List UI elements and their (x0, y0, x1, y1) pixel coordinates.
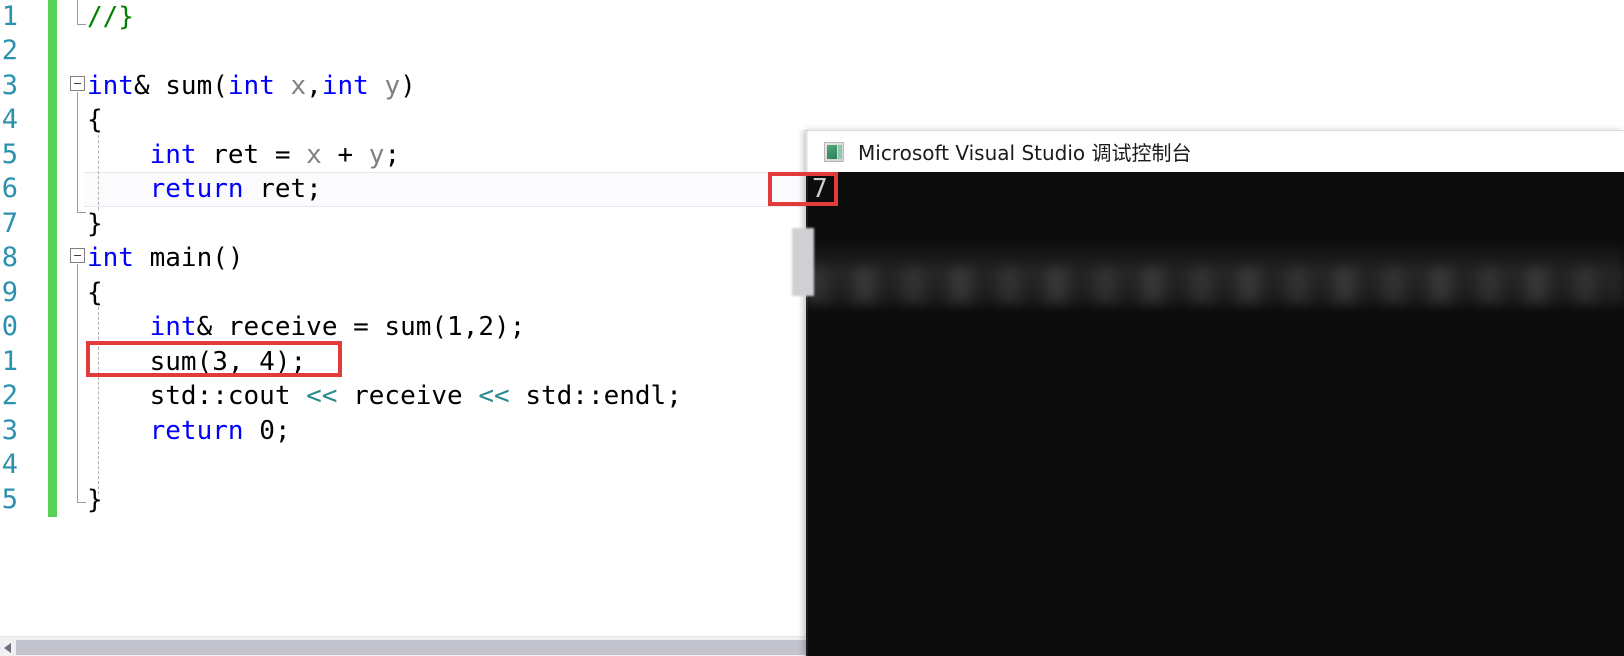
structure-guide-foot (77, 24, 86, 25)
horizontal-scrollbar-thumb[interactable] (16, 640, 806, 655)
code-token-plain: main() (133, 243, 244, 273)
code-line-10[interactable]: int& receive = sum(1,2); (87, 310, 526, 345)
code-editor-pane[interactable]: 1 2 3 4 5 6 7 8 9 0 1 2 3 4 5 //} int& s… (0, 0, 806, 656)
code-token-keyword: int (149, 312, 197, 342)
code-token-parameter: y (384, 71, 401, 101)
line-number: 2 (1, 380, 18, 411)
code-token-plain: { (87, 105, 103, 135)
line-number-gutter: 1 2 3 4 5 6 7 8 9 0 1 2 3 4 5 (0, 0, 46, 622)
code-token-plain: { (87, 278, 103, 308)
code-token-plain: ret = (196, 140, 307, 170)
line-number: 2 (1, 35, 18, 66)
annotation-box-sum-call (86, 341, 342, 377)
line-number: 3 (1, 70, 18, 101)
code-token-parameter: x (290, 71, 307, 101)
line-number: 8 (1, 242, 18, 273)
console-title-bar[interactable]: Microsoft Visual Studio 调试控制台 (806, 130, 1624, 172)
structure-guide-foot (77, 502, 86, 503)
line-number: 1 (1, 1, 18, 32)
code-token-keyword: return (149, 416, 244, 446)
change-tracking-bar (48, 0, 57, 517)
code-token-keyword: int (227, 71, 275, 101)
line-number: 4 (1, 449, 18, 480)
code-token-comment: //} (87, 2, 134, 32)
scroll-left-button[interactable] (0, 640, 16, 655)
structure-guide (77, 264, 78, 502)
line-number: 5 (1, 484, 18, 515)
code-token-keyword: int (321, 71, 369, 101)
code-token-parameter: x (306, 140, 322, 170)
code-token-plain: & sum( (133, 71, 228, 101)
debug-console-window[interactable]: Microsoft Visual Studio 调试控制台 7 (792, 130, 1624, 656)
window-edge-shadow (798, 130, 808, 656)
code-token-parameter: y (368, 140, 385, 170)
console-title-text: Microsoft Visual Studio 调试控制台 (858, 141, 1192, 165)
code-token-plain: ret; (243, 174, 322, 204)
code-token-keyword: int (149, 140, 197, 170)
line-number: 1 (1, 346, 18, 377)
code-token-operator: << (306, 381, 338, 411)
code-token-plain: std::cout (87, 381, 307, 411)
console-scroll-nub[interactable] (792, 228, 814, 296)
code-line-1[interactable]: //} (87, 0, 134, 35)
chevron-left-icon (4, 643, 11, 653)
structure-guide-foot (77, 212, 86, 213)
annotation-box-console-output (768, 172, 838, 206)
code-line-13[interactable]: return 0; (87, 414, 291, 449)
code-line-9[interactable]: { (87, 276, 103, 311)
code-token-plain: ; (384, 140, 401, 170)
code-token-plain: } (87, 209, 103, 239)
line-number: 4 (1, 104, 18, 135)
line-number: 9 (1, 277, 18, 308)
line-number: 6 (1, 173, 18, 204)
code-token-keyword: int (87, 71, 134, 101)
code-token-plain: 0; (243, 416, 291, 446)
line-number: 0 (1, 311, 18, 342)
collapse-toggle-sum[interactable] (70, 76, 85, 91)
code-token-plain: std::endl; (509, 381, 682, 411)
code-token-keyword: int (87, 243, 134, 273)
code-token-plain: } (87, 485, 103, 515)
horizontal-scrollbar[interactable] (0, 636, 806, 656)
code-line-5[interactable]: int ret = x + y; (87, 138, 400, 173)
code-token-operator: << (478, 381, 510, 411)
line-number: 5 (1, 139, 18, 170)
code-token-plain: receive (337, 381, 479, 411)
collapse-toggle-main[interactable] (70, 248, 85, 263)
code-token-plain: , (306, 71, 322, 101)
code-token-keyword: return (149, 174, 244, 204)
console-output-area[interactable]: 7 (806, 172, 1624, 656)
code-line-15[interactable]: } (87, 483, 103, 518)
code-token-plain: + (321, 140, 369, 170)
code-line-12[interactable]: std::cout << receive << std::endl; (87, 379, 682, 414)
code-line-8[interactable]: int main() (87, 241, 244, 276)
line-number: 7 (1, 208, 18, 239)
code-token-plain: ) (400, 71, 416, 101)
screen-root: 1 2 3 4 5 6 7 8 9 0 1 2 3 4 5 //} int& s… (0, 0, 1624, 656)
code-line-7[interactable]: } (87, 207, 103, 242)
code-surface[interactable]: 1 2 3 4 5 6 7 8 9 0 1 2 3 4 5 //} int& s… (0, 0, 806, 622)
redacted-output-blur-secondary (806, 268, 1624, 304)
structure-guide (77, 92, 78, 212)
console-app-icon (824, 141, 844, 162)
outlining-column[interactable] (57, 0, 87, 622)
code-token-plain: & receive = sum(1,2); (196, 312, 526, 342)
line-number: 3 (1, 415, 18, 446)
code-line-4[interactable]: { (87, 103, 103, 138)
code-line-6[interactable]: return ret; (87, 172, 322, 207)
structure-guide (77, 0, 78, 24)
code-line-3[interactable]: int& sum(int x,int y) (87, 69, 416, 104)
